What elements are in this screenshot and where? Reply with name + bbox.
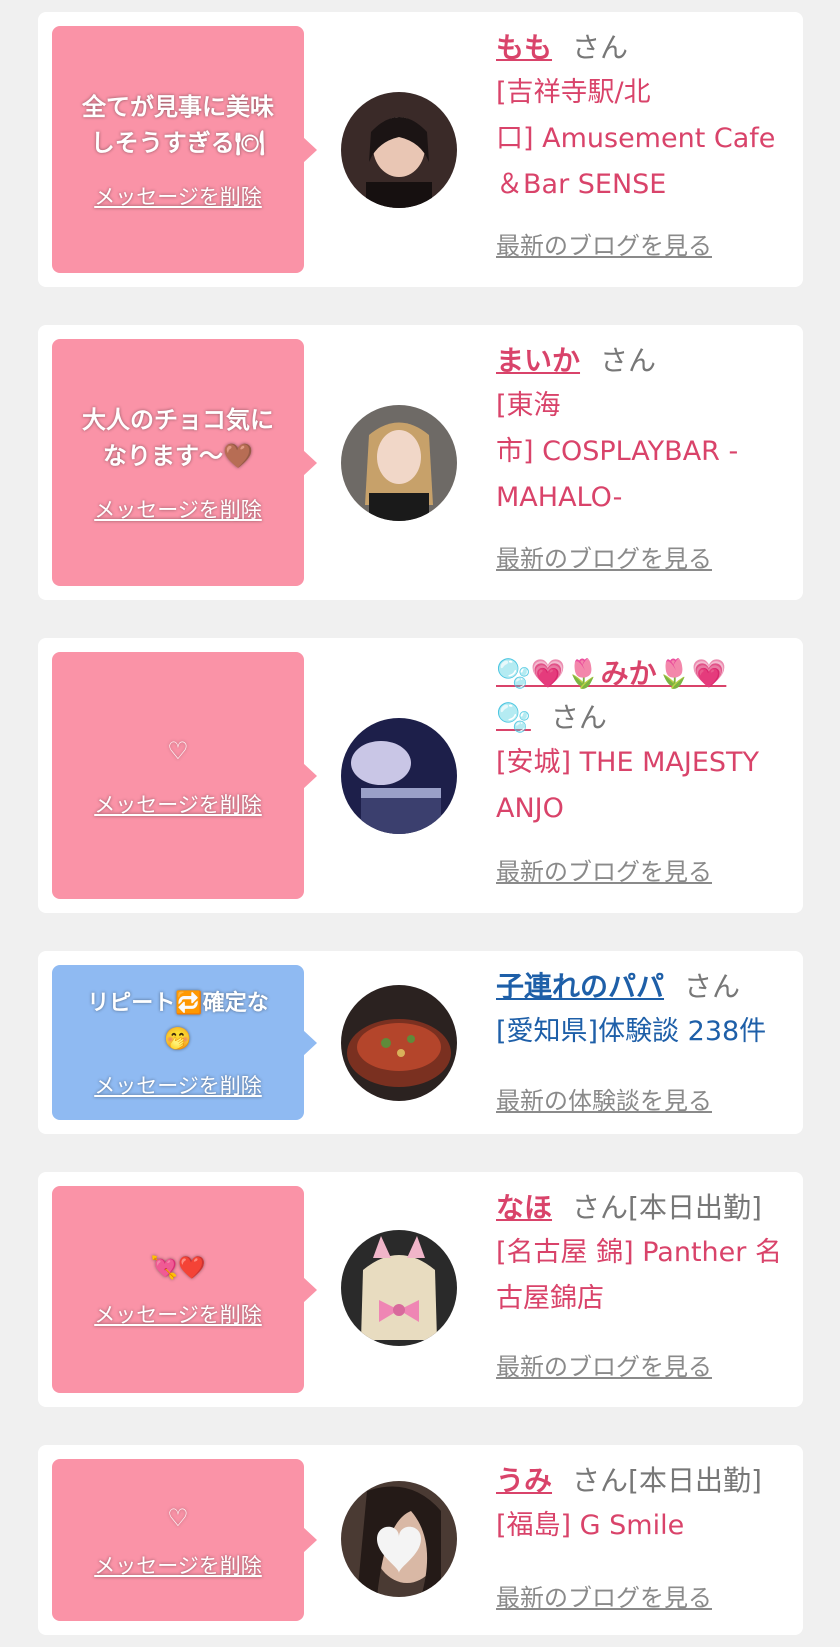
message-card: 全てが見事に美味 しそうすぎる🍽 メッセージを削除 もも さん [吉祥寺駅/北 口… (38, 12, 803, 287)
shop-info: [安城] THE MAJESTY ANJO (496, 747, 759, 824)
delete-message-link[interactable]: メッセージを削除 (94, 1299, 262, 1329)
honorific: さん (572, 1191, 629, 1224)
profile-info: なほ さん[本日出勤] [名古屋 錦] Panther 名 古屋錦店 (496, 1186, 794, 1322)
message-card: 💘❤️ メッセージを削除 なほ さん[本日出勤] [名古屋 錦] Panther … (38, 1172, 803, 1407)
avatar[interactable] (341, 985, 457, 1101)
attendance-status: [本日出勤] (628, 1464, 762, 1497)
message-text: ♡ (167, 736, 189, 765)
shop-info: [吉祥寺駅/北 口] Amusement Cafe ＆Bar SENSE (496, 77, 776, 200)
delete-message-link[interactable]: メッセージを削除 (94, 1070, 262, 1100)
message-bubble: ♡ メッセージを削除 (52, 652, 317, 899)
name-line: うみ さん[本日出勤] (496, 1459, 794, 1503)
profile-name-link[interactable]: もも (496, 31, 552, 64)
latest-review-link[interactable]: 最新の体験談を見る (496, 1081, 712, 1116)
shop-info: [名古屋 錦] Panther 名 古屋錦店 (496, 1237, 782, 1314)
latest-blog-link[interactable]: 最新のブログを見る (496, 1578, 712, 1613)
name-line: 子連れのパパ さん (496, 965, 794, 1009)
honorific: さん (550, 701, 607, 734)
profile-name-link[interactable]: うみ (496, 1464, 552, 1497)
message-text: ♡ (167, 1504, 189, 1532)
message-bubble: 全てが見事に美味 しそうすぎる🍽 メッセージを削除 (52, 26, 317, 273)
message-card: 大人のチョコ気に なります〜🤎 メッセージを削除 まいか さん [東海 市] CO… (38, 325, 803, 600)
name-line: なほ さん[本日出勤] (496, 1186, 794, 1230)
avatar[interactable] (341, 1481, 457, 1597)
message-card: ♡ メッセージを削除 うみ さん[本日出勤] [福島] G Smile 最新のブロ… (38, 1445, 803, 1635)
profile-name-link[interactable]: まいか (496, 344, 580, 377)
delete-message-link[interactable]: メッセージを削除 (94, 494, 262, 524)
delete-message-link[interactable]: メッセージを削除 (94, 181, 262, 211)
profile-name-link[interactable]: なほ (496, 1191, 552, 1224)
profile-info: 子連れのパパ さん [愛知県]体験談 238件 (496, 965, 794, 1055)
name-line: まいか さん (496, 339, 794, 383)
honorific: さん (600, 344, 657, 377)
message-card: リピート🔁確定な 🤭 メッセージを削除 子連れのパパ さん [愛知県]体験談 23… (38, 951, 803, 1134)
message-text: 💘❤️ (150, 1255, 206, 1281)
message-bubble: リピート🔁確定な 🤭 メッセージを削除 (52, 965, 317, 1120)
latest-blog-link[interactable]: 最新のブログを見る (496, 1347, 712, 1382)
message-text: 大人のチョコ気に なります〜🤎 (82, 405, 274, 470)
message-card: ♡ メッセージを削除 🫧💗🌷みか🌷💗 🫧 さん [安城] THE MAJESTY … (38, 638, 803, 913)
latest-blog-link[interactable]: 最新のブログを見る (496, 226, 712, 261)
message-text: リピート🔁確定な 🤭 (87, 990, 269, 1052)
profile-name-link[interactable]: 🫧💗🌷みか🌷💗 🫧 (496, 657, 726, 734)
profile-info: もも さん [吉祥寺駅/北 口] Amusement Cafe ＆Bar SENS… (496, 26, 794, 208)
avatar[interactable] (341, 92, 457, 208)
message-bubble: 大人のチョコ気に なります〜🤎 メッセージを削除 (52, 339, 317, 586)
delete-message-link[interactable]: メッセージを削除 (94, 789, 262, 819)
latest-blog-link[interactable]: 最新のブログを見る (496, 852, 712, 887)
avatar[interactable] (341, 1230, 457, 1346)
latest-blog-link[interactable]: 最新のブログを見る (496, 539, 712, 574)
delete-message-link[interactable]: メッセージを削除 (94, 1550, 262, 1580)
profile-info: うみ さん[本日出勤] [福島] G Smile (496, 1459, 794, 1549)
attendance-status: [本日出勤] (628, 1191, 762, 1224)
honorific: さん (684, 970, 741, 1003)
avatar[interactable] (341, 405, 457, 521)
profile-info: 🫧💗🌷みか🌷💗 🫧 さん [安城] THE MAJESTY ANJO (496, 652, 794, 832)
shop-info: [福島] G Smile (496, 1510, 685, 1541)
message-bubble: 💘❤️ メッセージを削除 (52, 1186, 317, 1393)
avatar[interactable] (341, 718, 457, 834)
message-bubble: ♡ メッセージを削除 (52, 1459, 317, 1621)
profile-name-link[interactable]: 子連れのパパ (496, 970, 664, 1003)
honorific: さん (572, 31, 629, 64)
profile-info: まいか さん [東海 市] COSPLAYBAR - MAHALO- (496, 339, 794, 521)
honorific: さん (572, 1464, 629, 1497)
shop-info: [東海 市] COSPLAYBAR - MAHALO- (496, 390, 739, 513)
shop-info[interactable]: [愛知県]体験談 238件 (496, 1009, 794, 1055)
name-line: 🫧💗🌷みか🌷💗 🫧 さん (496, 652, 794, 740)
name-line: もも さん (496, 26, 794, 70)
message-text: 全てが見事に美味 しそうすぎる🍽 (82, 92, 274, 157)
